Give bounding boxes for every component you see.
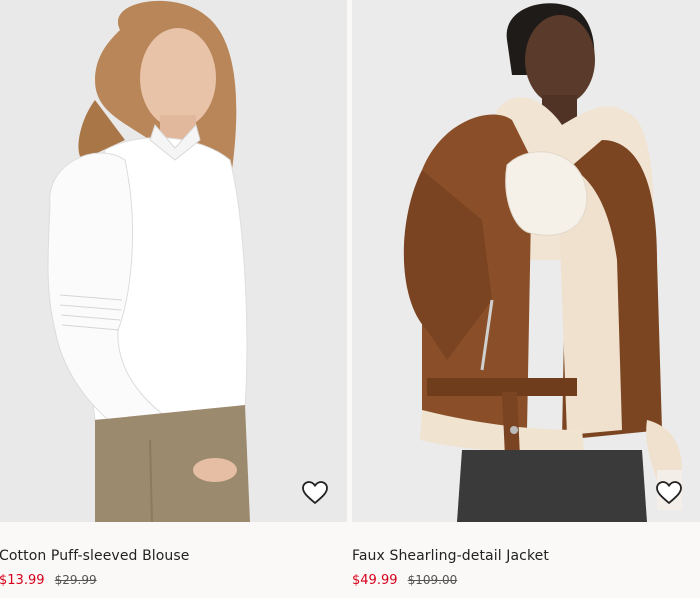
blouse-photo: [0, 0, 347, 522]
jacket-photo: [352, 0, 700, 522]
product-card-jacket[interactable]: Faux Shearling-detail Jacket $49.99 $109…: [352, 0, 700, 598]
heart-outline-icon: [302, 481, 328, 505]
favorite-button[interactable]: [654, 478, 684, 508]
product-prices: $49.99 $109.00: [352, 573, 457, 588]
product-image-blouse[interactable]: [0, 0, 347, 522]
product-name[interactable]: Faux Shearling-detail Jacket: [352, 548, 549, 564]
product-grid: Cotton Puff-sleeved Blouse $13.99 $29.99: [0, 0, 700, 598]
favorite-button[interactable]: [300, 478, 330, 508]
product-name[interactable]: Cotton Puff-sleeved Blouse: [0, 548, 190, 564]
sale-price: $49.99: [352, 573, 398, 588]
original-price: $109.00: [407, 573, 458, 587]
original-price: $29.99: [54, 573, 97, 587]
product-image-jacket[interactable]: [352, 0, 700, 522]
sale-price: $13.99: [0, 573, 45, 588]
heart-outline-icon: [656, 481, 682, 505]
product-prices: $13.99 $29.99: [0, 573, 97, 588]
product-card-blouse[interactable]: Cotton Puff-sleeved Blouse $13.99 $29.99: [0, 0, 347, 598]
